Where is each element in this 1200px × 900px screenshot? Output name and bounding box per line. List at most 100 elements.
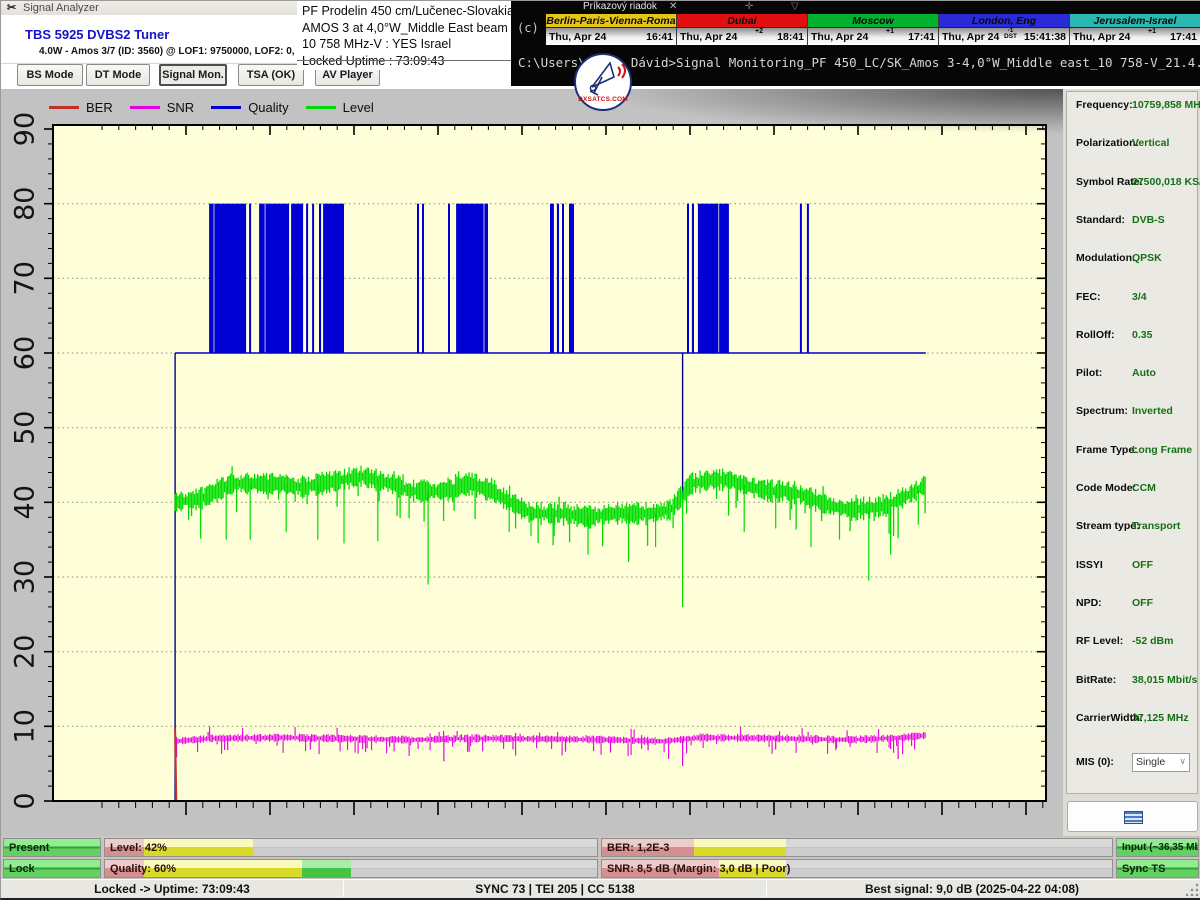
logo-text: DXSATCS.COM	[576, 96, 630, 103]
panel-value: Vertical	[1132, 137, 1169, 149]
clock-city: Berlin-Paris-Vienna-Roma	[546, 14, 676, 28]
panel-row: Pilot:Auto	[1067, 367, 1197, 383]
clock-date: Thu, Apr 24	[1073, 31, 1130, 43]
meter-segment-gray	[786, 860, 1112, 877]
panel-label: Spectrum:	[1076, 405, 1128, 417]
status-bar: Locked -> Uptime: 73:09:43 SYNC 73 | TEI…	[1, 879, 1200, 898]
clock-cell-3: London, Eng Thu, Apr 24 -1DST 15:41:38	[939, 14, 1070, 45]
clock-time-row: Thu, Apr 24 +2 18:41	[677, 28, 807, 45]
quality-label: Quality: 60%	[110, 863, 176, 875]
mis-select[interactable]: Single∨	[1132, 753, 1190, 772]
legend-item-level: Level	[306, 98, 374, 116]
tab-bs-mode[interactable]: BS Mode	[17, 64, 83, 86]
clock-cell-4: Jerusalem-IsraelThu, Apr 24+117:41	[1070, 14, 1200, 45]
signal-monitor-chart: 0102030405060708090	[1, 89, 1063, 836]
clock-time: 17:41	[908, 31, 935, 43]
panel-row: Frame Type:Long Frame	[1067, 444, 1197, 460]
recording-device-button[interactable]	[1067, 801, 1198, 832]
panel-row: Code Mode:CCM	[1067, 482, 1197, 498]
legend-swatch-level	[306, 106, 336, 109]
panel-label: MIS (0):	[1076, 756, 1114, 768]
panel-label: BitRate:	[1076, 674, 1116, 686]
svg-text:60: 60	[10, 336, 41, 370]
clock-city: Moscow	[808, 14, 938, 28]
svg-text:40: 40	[10, 485, 41, 519]
clock-time: 16:41	[646, 31, 673, 43]
panel-value: 0.35	[1132, 329, 1152, 341]
svg-text:90: 90	[10, 112, 41, 146]
panel-value: CCM	[1132, 482, 1156, 494]
panel-row: Symbol Rate:27500,018 KS/s	[1067, 176, 1197, 192]
svg-text:20: 20	[10, 635, 41, 669]
resize-grip-icon[interactable]	[1186, 883, 1199, 896]
sync-ts-indicator: Sync TS	[1116, 859, 1199, 878]
clock-date: Thu, Apr 24	[811, 31, 868, 43]
legend-swatch-ber	[49, 106, 79, 109]
svg-text:80: 80	[10, 187, 41, 221]
panel-value: 38,015 Mbit/s	[1132, 674, 1197, 686]
status-sync-counters: SYNC 73 | TEI 205 | CC 5138	[344, 882, 766, 896]
lock-label: Lock	[9, 863, 35, 875]
level-label: Level: 42%	[110, 842, 167, 854]
legend-swatch-snr	[130, 106, 160, 109]
clock-time: 15:41:38	[1024, 31, 1066, 43]
panel-row: Stream type:Transport	[1067, 520, 1197, 536]
panel-value: Auto	[1132, 367, 1156, 379]
snr-meter: SNR: 8,5 dB (Margin: 3,0 dB | Poor)	[601, 859, 1113, 878]
legend-label-ber: BER	[86, 100, 113, 115]
svg-text:0: 0	[10, 792, 41, 809]
clock-date: Thu, Apr 24	[942, 31, 999, 43]
clock-time: 18:41	[777, 31, 804, 43]
panel-label: Standard:	[1076, 214, 1125, 226]
meter-segment-gray	[351, 860, 597, 877]
strikethrough-line	[297, 60, 511, 61]
clock-date: Thu, Apr 24	[680, 31, 737, 43]
level-meter: Level: 42%	[104, 838, 598, 857]
clock-time: 17:41	[1170, 31, 1197, 43]
panel-row: CarrierWidth:37,125 MHz	[1067, 712, 1197, 728]
clock-city: London, Eng	[939, 14, 1069, 28]
panel-value: DVB-S	[1132, 214, 1165, 226]
panel-value: Long Frame	[1132, 444, 1192, 456]
panel-label: RollOff:	[1076, 329, 1115, 341]
dxsatcs-logo: DXSATCS.COM	[574, 53, 632, 111]
terminal-title: Príkazový riadok	[583, 1, 657, 12]
panel-label: FEC:	[1076, 291, 1101, 303]
clock-cell-2: MoscowThu, Apr 24+117:41	[808, 14, 939, 45]
panel-label: Frequency:	[1076, 99, 1133, 111]
panel-value: 27500,018 KS/s	[1132, 176, 1200, 188]
ber-meter: BER: 1,2E-3	[601, 838, 1113, 857]
legend-swatch-quality	[211, 106, 241, 109]
panel-label: NPD:	[1076, 597, 1102, 609]
input-indicator: Input (~36,35 Mbps)	[1116, 838, 1199, 857]
clock-utc-offset: -1DST	[1004, 28, 1017, 40]
clock-city: Dubai	[677, 14, 807, 28]
panel-value: 37,125 MHz	[1132, 712, 1189, 724]
legend-item-ber: BER	[49, 98, 113, 116]
clock-utc-offset: +2	[755, 28, 763, 35]
svg-text:70: 70	[10, 261, 41, 295]
app-icon: ✂	[7, 1, 16, 14]
clock-cell-1: Dubai Thu, Apr 24 +2 18:41	[677, 14, 808, 45]
panel-row: ISSYI OFF	[1067, 559, 1197, 575]
legend-label-quality: Quality	[248, 100, 288, 115]
chart-legend: BER SNR Quality Level	[49, 98, 374, 116]
panel-value: -52 dBm	[1132, 635, 1173, 647]
window-title: Signal Analyzer	[23, 2, 99, 14]
status-uptime: Locked -> Uptime: 73:09:43	[1, 882, 343, 896]
transponder-parameter-panel: Frequency:10759,858 MHzPolarization:Vert…	[1063, 89, 1200, 836]
tab-dt-mode[interactable]: DT Mode	[86, 64, 150, 86]
snr-label: SNR: 8,5 dB (Margin: 3,0 dB | Poor)	[607, 863, 790, 875]
panel-value: OFF	[1132, 597, 1153, 609]
clock-cell-0: Berlin-Paris-Vienna-Roma Thu, Apr 24 16:41	[546, 14, 677, 45]
close-icon[interactable]: ✕	[669, 1, 677, 12]
panel-label: ISSYI	[1076, 559, 1103, 571]
clock-date: Thu, Apr 24	[549, 31, 606, 43]
lock-indicator: Lock	[3, 859, 101, 878]
panel-value: OFF	[1132, 559, 1153, 571]
panel-label: Stream type:	[1076, 520, 1140, 532]
panel-label: RF Level:	[1076, 635, 1123, 647]
svg-text:10: 10	[10, 709, 41, 743]
tab-signal-mon[interactable]: Signal Mon.	[159, 64, 227, 86]
tab-tsa[interactable]: TSA (OK)	[238, 64, 304, 86]
